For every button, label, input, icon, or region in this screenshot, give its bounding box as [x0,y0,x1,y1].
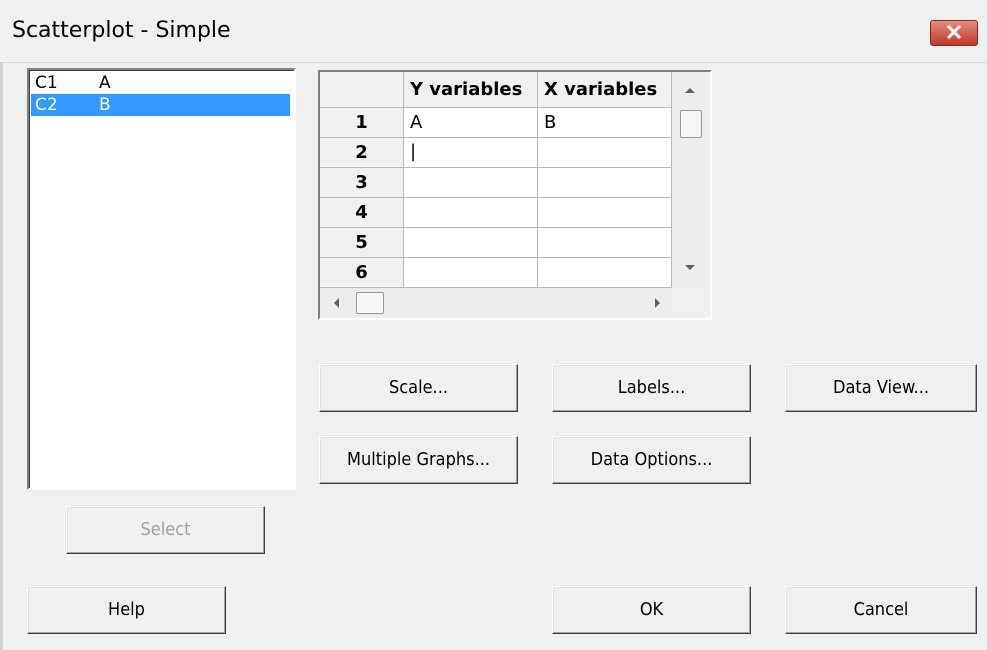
window-left-border [0,62,3,650]
y-variable-cell[interactable] [404,198,538,228]
variable-list[interactable]: C1 A C2 B [27,68,296,490]
scroll-right-icon[interactable] [654,297,662,309]
window-title: Scatterplot - Simple [12,18,231,43]
row-header: 5 [320,228,404,258]
data-view-button-label: Data View... [833,377,929,398]
data-view-button[interactable]: Data View... [785,364,977,412]
grid-corner [320,72,404,108]
select-button[interactable]: Select [66,506,265,554]
variables-grid[interactable]: Y variables X variables 1 A B 2 | 3 4 5 … [318,70,712,320]
variable-column: C1 [35,73,58,93]
row-header: 3 [320,168,404,198]
data-options-button-label: Data Options... [590,449,713,470]
scroll-left-icon[interactable] [332,297,340,309]
x-variable-cell[interactable] [538,228,672,258]
help-button[interactable]: Help [27,586,226,634]
x-variable-cell[interactable] [538,198,672,228]
x-variable-cell[interactable]: B [538,108,672,138]
horizontal-scroll-thumb[interactable] [356,292,384,314]
scroll-down-icon[interactable] [684,264,696,272]
close-button[interactable] [930,20,978,46]
horizontal-scrollbar[interactable] [320,288,672,316]
cancel-button-label: Cancel [853,599,909,620]
multiple-graphs-button-label: Multiple Graphs... [346,449,490,470]
scale-button-label: Scale... [388,377,448,398]
variable-column: C2 [35,95,58,115]
ok-button[interactable]: OK [552,586,751,634]
multiple-graphs-button[interactable]: Multiple Graphs... [319,436,518,484]
y-variable-cell[interactable]: A [404,108,538,138]
variable-item-c2[interactable]: C2 B [31,94,290,116]
close-icon [946,25,962,39]
y-variable-cell[interactable] [404,168,538,198]
y-variable-cell[interactable] [404,258,538,288]
row-header: 1 [320,108,404,138]
variable-name: B [99,95,111,115]
row-header: 4 [320,198,404,228]
vertical-scroll-thumb[interactable] [680,110,702,138]
labels-button[interactable]: Labels... [552,364,751,412]
title-bar: Scatterplot - Simple [0,0,987,63]
y-variable-cell[interactable]: | [404,138,538,168]
x-variable-cell[interactable] [538,258,672,288]
y-variable-cell[interactable] [404,228,538,258]
scroll-up-icon[interactable] [684,86,696,94]
column-header-x: X variables [538,72,672,108]
scale-button[interactable]: Scale... [319,364,518,412]
variable-name: A [99,73,111,93]
column-header-y: Y variables [404,72,538,108]
ok-button-label: OK [639,599,664,620]
labels-button-label: Labels... [617,377,686,398]
data-options-button[interactable]: Data Options... [552,436,751,484]
x-variable-cell[interactable] [538,138,672,168]
help-button-label: Help [108,599,145,620]
x-variable-cell[interactable] [538,168,672,198]
cancel-button[interactable]: Cancel [785,586,977,634]
select-button-label: Select [140,519,191,540]
row-header: 2 [320,138,404,168]
vertical-scrollbar[interactable] [672,72,708,288]
row-header: 6 [320,258,404,288]
variable-item-c1[interactable]: C1 A [31,72,290,94]
